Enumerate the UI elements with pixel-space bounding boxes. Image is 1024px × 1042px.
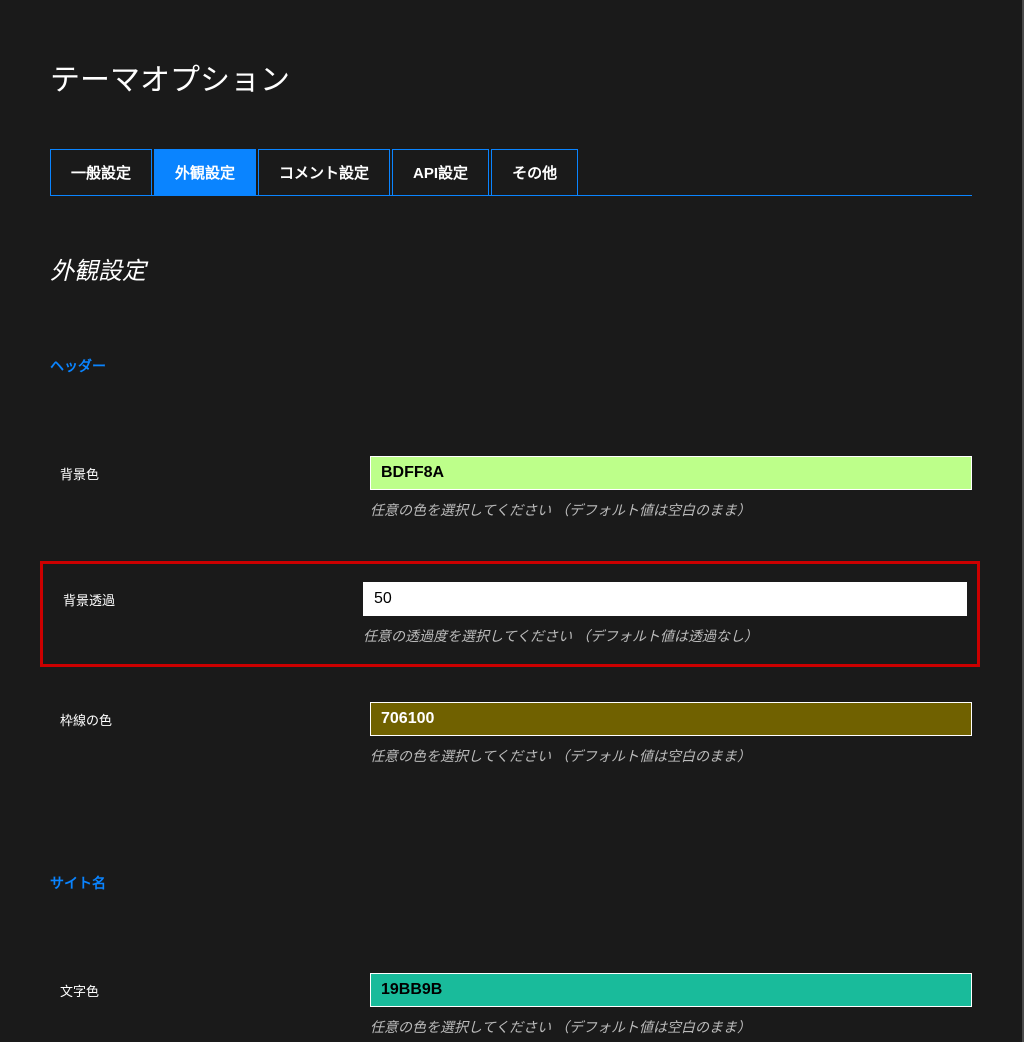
hint-border-color: 任意の色を選択してください （デフォルト値は空白のまま） (370, 746, 972, 766)
field-row-bg-color: 背景色 任意の色を選択してください （デフォルト値は空白のまま） (50, 451, 972, 525)
input-border-color[interactable] (370, 702, 972, 736)
label-border-color: 枠線の色 (50, 702, 370, 729)
label-bg-opacity: 背景透過 (43, 582, 363, 609)
page-title: テーマオプション (50, 55, 972, 99)
input-text-color[interactable] (370, 973, 972, 1007)
input-bg-opacity[interactable] (363, 582, 967, 616)
field-row-text-color: 文字色 任意の色を選択してください （デフォルト値は空白のまま） (50, 968, 972, 1042)
tab-general[interactable]: 一般設定 (50, 149, 152, 195)
field-row-bg-opacity: 背景透過 任意の透過度を選択してください （デフォルト値は透過なし） (40, 561, 980, 667)
theme-options-page: テーマオプション 一般設定 外観設定 コメント設定 API設定 その他 外観設定… (0, 0, 1024, 1042)
input-area-border-color: 任意の色を選択してください （デフォルト値は空白のまま） (370, 702, 972, 766)
tabs: 一般設定 外観設定 コメント設定 API設定 その他 (50, 149, 972, 196)
tab-appearance[interactable]: 外観設定 (154, 149, 256, 195)
field-row-border-color: 枠線の色 任意の色を選択してください （デフォルト値は空白のまま） (50, 697, 972, 771)
label-text-color: 文字色 (50, 973, 370, 1000)
tab-comments[interactable]: コメント設定 (258, 149, 390, 195)
input-area-text-color: 任意の色を選択してください （デフォルト値は空白のまま） (370, 973, 972, 1037)
hint-bg-color: 任意の色を選択してください （デフォルト値は空白のまま） (370, 500, 972, 520)
input-area-bg-opacity: 任意の透過度を選択してください （デフォルト値は透過なし） (363, 582, 967, 646)
hint-text-color: 任意の色を選択してください （デフォルト値は空白のまま） (370, 1017, 972, 1037)
subsection-sitename: サイト名 (50, 873, 972, 893)
tab-api[interactable]: API設定 (392, 149, 489, 195)
hint-bg-opacity: 任意の透過度を選択してください （デフォルト値は透過なし） (363, 626, 967, 646)
subsection-header: ヘッダー (50, 356, 972, 376)
label-bg-color: 背景色 (50, 456, 370, 483)
input-bg-color[interactable] (370, 456, 972, 490)
input-area-bg-color: 任意の色を選択してください （デフォルト値は空白のまま） (370, 456, 972, 520)
tab-other[interactable]: その他 (491, 149, 578, 195)
section-title: 外観設定 (50, 251, 972, 286)
